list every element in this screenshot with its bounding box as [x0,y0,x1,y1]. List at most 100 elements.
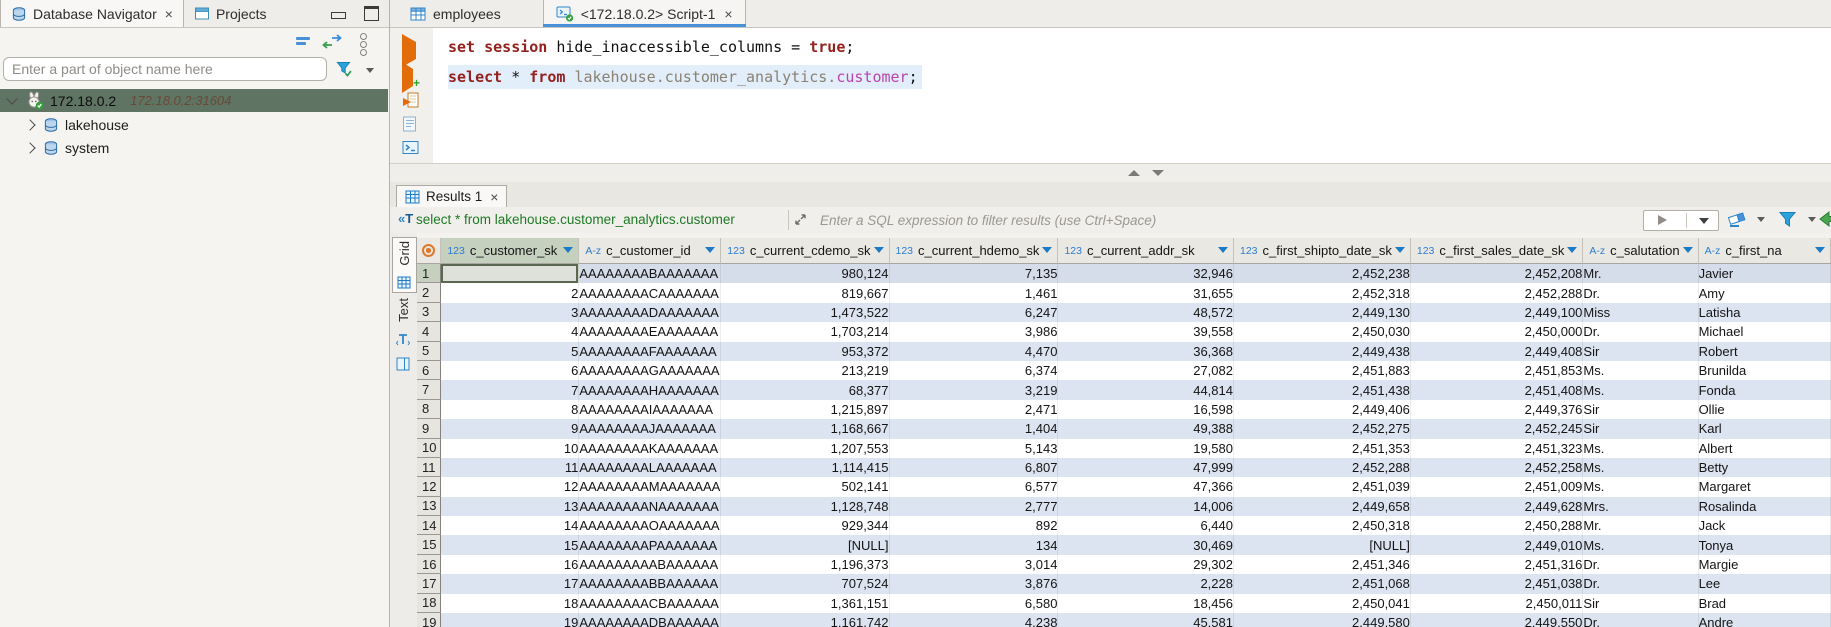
row-header-14[interactable]: 14 [417,516,441,535]
row-header-6[interactable]: 6 [417,361,441,380]
grid-cell[interactable]: Javier [1699,264,1831,283]
grid-cell[interactable]: 2,451,323 [1411,439,1584,458]
grid-cell[interactable]: 18,456 [1058,594,1234,613]
grid-cell[interactable]: 6,247 [890,303,1059,322]
fetch-previous-page-icon[interactable] [1818,210,1831,228]
filter-objects-icon[interactable] [336,61,354,78]
minimize-panel-icon[interactable] [331,12,346,19]
grid-cell[interactable]: 892 [890,516,1059,535]
grid-cell[interactable]: Dr. [1583,574,1698,593]
grid-cell[interactable]: 45,581 [1058,613,1234,627]
grid-cell[interactable]: 48,572 [1058,303,1234,322]
grid-cell[interactable]: Ms. [1583,439,1698,458]
grid-cell[interactable]: 2,451,408 [1411,380,1584,399]
grid-cell[interactable]: Sir [1583,594,1698,613]
grid-cell[interactable]: 2,452,238 [1234,264,1411,283]
tree-item-lakehouse[interactable]: lakehouse [0,113,388,136]
grid-cell[interactable]: 2,449,550 [1411,613,1584,627]
explain-plan-icon[interactable] [402,116,417,132]
grid-cell[interactable]: 2,450,000 [1411,322,1584,341]
grid-cell[interactable]: Albert [1699,439,1831,458]
execute-script-icon[interactable] [402,92,419,109]
sql-filter-input[interactable] [818,209,1502,231]
grid-cell[interactable]: 1,128,748 [721,497,889,516]
grid-cell[interactable]: 9 [441,419,579,438]
grid-cell[interactable]: 2,450,318 [1234,516,1411,535]
grid-cell[interactable]: Dr. [1583,555,1698,574]
grid-cell[interactable]: Michael [1699,322,1831,341]
row-header-8[interactable]: 8 [417,400,441,419]
column-header-c_current_hdemo_sk[interactable]: 123c_current_hdemo_sk [890,238,1059,264]
filters-icon[interactable] [1778,210,1797,229]
grid-cell[interactable]: 3,876 [890,574,1059,593]
grid-cell[interactable]: 2,450,011 [1411,594,1584,613]
presentation-tab-grid[interactable]: Grid [392,237,417,293]
grid-cell[interactable]: Mr. [1583,264,1698,283]
erase-options-dropdown-icon[interactable] [1757,217,1765,222]
grid-cell[interactable]: 3 [441,303,579,322]
grid-cell[interactable]: 2,449,580 [1234,613,1411,627]
editor-results-splitter[interactable] [390,163,1831,184]
grid-cell[interactable]: 47,366 [1058,477,1234,496]
grid-cell[interactable]: Rosalinda [1699,497,1831,516]
result-grid[interactable]: 123c_customer_skA-zc_customer_id123c_cur… [417,233,1831,627]
maximize-panel-icon[interactable] [364,6,379,21]
grid-cell[interactable]: AAAAAAAACBAAAAAA [579,594,721,613]
grid-cell[interactable]: 2,452,318 [1234,283,1411,302]
grid-cell[interactable]: 2,449,658 [1234,497,1411,516]
grid-cell[interactable]: 2,451,316 [1411,555,1584,574]
column-dropdown-icon[interactable] [705,247,715,253]
grid-cell[interactable]: 2,451,353 [1234,439,1411,458]
row-header-1[interactable]: 1 [417,264,441,283]
grid-cell[interactable]: 134 [890,535,1059,554]
sql-code[interactable]: set session hide_inaccessible_columns = … [433,28,1831,167]
row-header-3[interactable]: 3 [417,303,441,322]
grid-cell[interactable]: 5,143 [890,439,1059,458]
grid-cell[interactable]: 6,807 [890,458,1059,477]
grid-cell[interactable]: AAAAAAAAIAAAAAAA [579,400,721,419]
column-header-c_salutation[interactable]: A-zc_salutation [1583,238,1698,264]
grid-cell[interactable]: AAAAAAAABBAAAAAA [579,574,721,593]
grid-cell[interactable]: 6,374 [890,361,1059,380]
open-sql-console-icon[interactable] [402,140,419,155]
grid-cell[interactable]: 2,451,883 [1234,361,1411,380]
column-header-c_current_addr_sk[interactable]: 123c_current_addr_sk [1058,238,1234,264]
grid-cell[interactable] [441,264,579,283]
grid-cell[interactable]: Tonya [1699,535,1831,554]
grid-cell[interactable]: 1,404 [890,419,1059,438]
grid-cell[interactable]: 2,777 [890,497,1059,516]
grid-cell[interactable]: 2,450,288 [1411,516,1584,535]
grid-cell[interactable]: 31,655 [1058,283,1234,302]
column-dropdown-icon[interactable] [1815,247,1825,253]
grid-cell[interactable]: 5 [441,342,579,361]
grid-cell[interactable]: Sir [1583,342,1698,361]
grid-cell[interactable]: 980,124 [721,264,889,283]
execute-statement-icon[interactable] [402,42,416,60]
grid-cell[interactable]: 2,451,438 [1234,380,1411,399]
row-header-18[interactable]: 18 [417,594,441,613]
row-header-19[interactable]: 19 [417,613,441,627]
column-dropdown-icon[interactable] [1395,247,1405,253]
grid-cell[interactable]: Ms. [1583,361,1698,380]
row-header-2[interactable]: 2 [417,283,441,302]
grid-cell[interactable]: 2,452,245 [1411,419,1584,438]
grid-cell[interactable]: 4,470 [890,342,1059,361]
grid-cell[interactable]: 12 [441,477,579,496]
execute-in-new-tab-icon[interactable]: + [402,69,413,87]
grid-cell[interactable]: Dr. [1583,283,1698,302]
column-dropdown-icon[interactable] [1218,247,1228,253]
grid-cell[interactable]: 1,161,742 [721,613,889,627]
grid-cell[interactable]: 29,302 [1058,555,1234,574]
grid-cell[interactable]: AAAAAAAANAAAAAAA [579,497,721,516]
grid-cell[interactable]: Amy [1699,283,1831,302]
grid-cell[interactable]: Miss [1583,303,1698,322]
chevron-right-icon[interactable] [24,142,35,153]
grid-cell[interactable]: 30,469 [1058,535,1234,554]
grid-cell[interactable]: 17 [441,574,579,593]
custom-filter-icon[interactable]: «T [398,211,413,226]
grid-cell[interactable]: 16 [441,555,579,574]
grid-cell[interactable]: 1,207,553 [721,439,889,458]
grid-cell[interactable]: 2,449,408 [1411,342,1584,361]
erase-filter-icon[interactable] [1727,211,1747,228]
grid-cell[interactable]: Jack [1699,516,1831,535]
